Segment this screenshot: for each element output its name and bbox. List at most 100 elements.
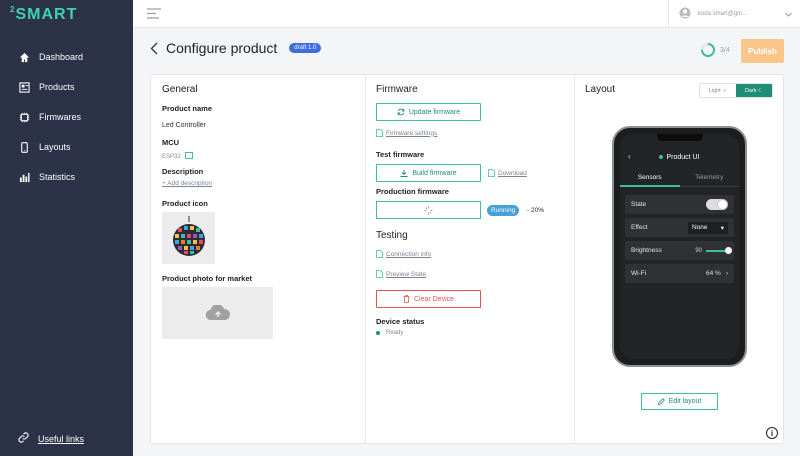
settings-file-icon — [376, 129, 383, 137]
firmware-settings-label: Firmware settings — [386, 129, 438, 137]
topbar: koda.smart@gm... — [133, 0, 800, 28]
wifi-value-group: 64 % › — [706, 270, 728, 277]
connection-info-link[interactable]: Connection info — [376, 250, 431, 258]
testing-heading: Testing — [376, 230, 408, 241]
page-title: Configure product — [166, 40, 278, 56]
sidebar-item-dashboard[interactable]: Dashboard — [0, 42, 133, 72]
preview-file-icon — [376, 270, 383, 278]
progress-count: 3/4 — [720, 46, 730, 54]
product-name-label: Product name — [162, 104, 213, 113]
refresh-icon — [397, 108, 405, 116]
build-icon — [400, 169, 408, 177]
user-menu[interactable]: koda.smart@gm... — [668, 0, 800, 28]
slider-track[interactable] — [706, 246, 732, 254]
brightness-row: Brightness 90 — [625, 241, 734, 260]
download-file-icon — [488, 169, 495, 177]
sidebar-item-layouts[interactable]: Layouts — [0, 132, 133, 162]
device-status: Ready — [376, 330, 403, 336]
preview-state-label: Preview State — [386, 270, 427, 278]
mcu-value-text: ESP32 — [162, 153, 181, 160]
spinner-icon — [424, 206, 433, 215]
sidebar-item-firmwares[interactable]: Firmwares — [0, 102, 133, 132]
update-firmware-button[interactable]: Update firmware — [376, 103, 481, 121]
preview-state-link[interactable]: Preview State — [376, 270, 426, 278]
production-firmware-label: Production firmware — [376, 187, 449, 196]
mcu-label: MCU — [162, 138, 180, 147]
mcu-value: ESP32 — [162, 152, 193, 161]
clear-device-label: Clear Device — [413, 295, 455, 303]
chevron-right-icon: › — [725, 270, 728, 277]
tab-sensors[interactable]: Sensors — [620, 174, 680, 187]
firmware-percent: - 20% — [527, 207, 544, 214]
home-icon — [18, 51, 30, 63]
bar-chart-icon — [18, 171, 30, 183]
info-icon[interactable]: i — [766, 427, 778, 439]
device-status-label: Device status — [376, 317, 425, 326]
sidebar-item-products[interactable]: Products — [0, 72, 133, 102]
firmware-icon — [18, 111, 30, 123]
pencil-icon — [657, 398, 665, 405]
wifi-label: Wi-Fi — [631, 270, 647, 277]
progress-ring — [701, 43, 715, 57]
brightness-value: 90 — [695, 247, 702, 254]
link-icon — [18, 432, 29, 445]
sidebar-item-label: Products — [39, 82, 75, 92]
sidebar-nav: Dashboard Products Firmwares Layouts Sta… — [0, 42, 133, 192]
product-icon-image[interactable] — [162, 212, 215, 264]
effect-select[interactable]: None ▾ — [688, 221, 728, 234]
layout-section: Layout Light ☼ Dark ☾ ‹ Product UI Senso… — [575, 75, 785, 443]
logo[interactable]: 2SMART — [10, 5, 77, 24]
menu-icon[interactable] — [147, 8, 161, 21]
build-firmware-label: Build firmware — [412, 169, 457, 177]
product-photo-upload[interactable] — [162, 287, 273, 339]
product-icon-label: Product icon — [162, 199, 208, 208]
phone-tabs: Sensors Telemetry — [620, 174, 739, 187]
product-card: General Product name Led Controller MCU … — [150, 74, 784, 444]
update-firmware-label: Update firmware — [408, 108, 461, 116]
description-label: Description — [162, 167, 204, 176]
production-firmware-progress — [376, 201, 481, 219]
clear-device-button[interactable]: Clear Device — [376, 290, 481, 308]
wifi-row[interactable]: Wi-Fi 64 % › — [625, 264, 734, 283]
effect-row: Effect None ▾ — [625, 218, 734, 237]
firmware-settings-link[interactable]: Firmware settings — [376, 129, 437, 137]
status-dot-icon — [376, 331, 380, 335]
firmware-heading: Firmware — [376, 84, 418, 95]
brightness-slider[interactable]: 90 — [695, 246, 732, 254]
state-row: State — [625, 195, 734, 214]
running-status-pill: Running — [487, 205, 520, 216]
trash-icon — [403, 295, 410, 303]
useful-links[interactable]: Useful links — [18, 432, 84, 445]
effect-value: None — [692, 224, 708, 231]
state-label: State — [631, 201, 647, 208]
theme-dark-option[interactable]: Dark ☾ — [736, 84, 772, 97]
download-link[interactable]: Download — [488, 169, 527, 177]
product-name-value[interactable]: Led Controller — [162, 122, 206, 129]
state-toggle[interactable] — [706, 199, 728, 210]
moon-icon: ☾ — [758, 87, 764, 94]
connection-file-icon — [376, 250, 383, 258]
sidebar: 2SMART Dashboard Products Firmwares Layo… — [0, 0, 133, 456]
add-description-link[interactable]: + Add description — [162, 180, 212, 187]
device-status-value: Ready — [386, 330, 404, 336]
edit-layout-button[interactable]: Edit layout — [641, 393, 718, 410]
theme-light-option[interactable]: Light ☼ — [700, 84, 736, 97]
sidebar-item-label: Dashboard — [39, 52, 84, 62]
phone-icon — [18, 141, 30, 153]
build-firmware-button[interactable]: Build firmware — [376, 164, 481, 182]
sidebar-item-statistics[interactable]: Statistics — [0, 162, 133, 192]
setup-progress: 3/4 — [700, 42, 730, 58]
test-firmware-label: Test firmware — [376, 150, 425, 159]
firmware-section: Firmware Update firmware Firmware settin… — [366, 75, 575, 443]
sidebar-item-label: Firmwares — [39, 112, 81, 122]
general-heading: General — [162, 84, 198, 95]
page-header: Configure product draft 1.0 — [150, 40, 322, 56]
disco-ball-icon — [172, 216, 205, 256]
publish-button[interactable]: Publish — [741, 39, 784, 63]
phone-preview: ‹ Product UI Sensors Telemetry State Eff… — [612, 126, 747, 367]
general-section: General Product name Led Controller MCU … — [151, 75, 366, 443]
products-icon — [18, 81, 30, 93]
phone-notch — [657, 134, 703, 141]
back-arrow-icon[interactable] — [150, 40, 162, 56]
tab-telemetry[interactable]: Telemetry — [679, 174, 739, 187]
